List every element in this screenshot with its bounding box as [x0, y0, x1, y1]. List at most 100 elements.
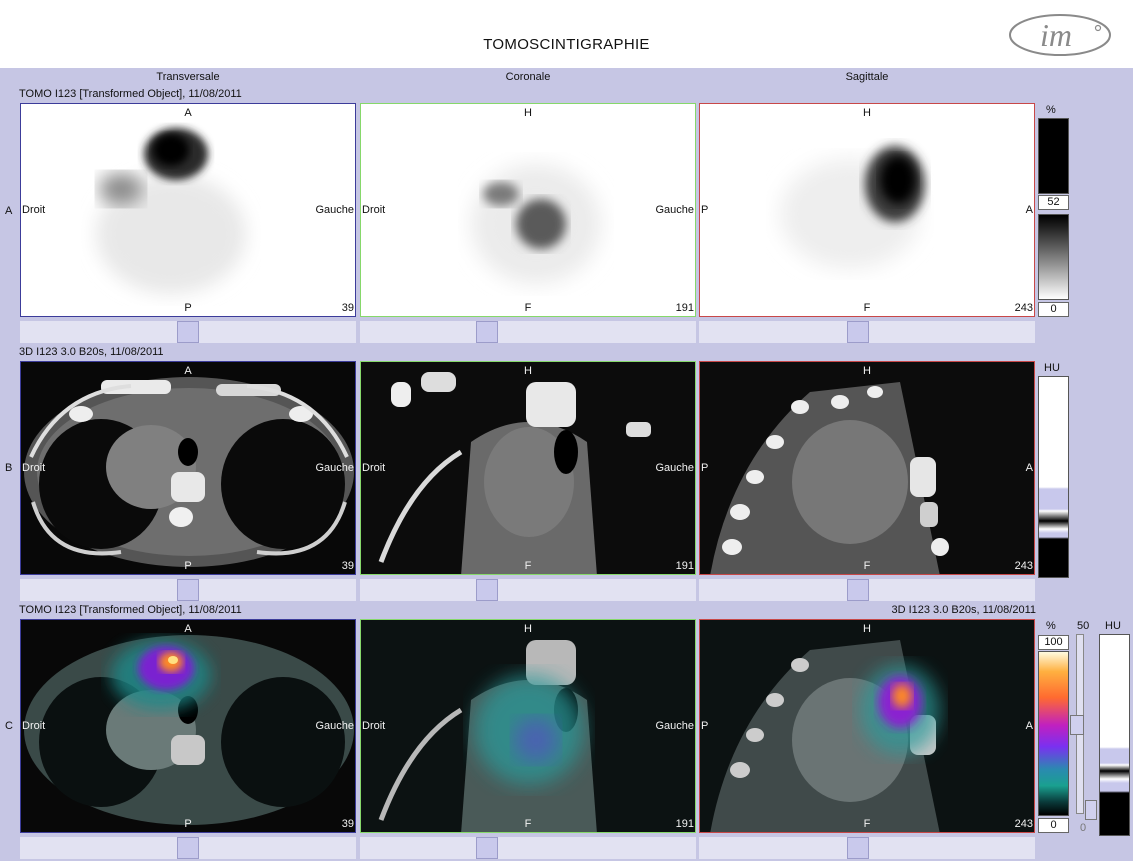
ct-coronal-view[interactable]: H F Droit Gauche 191: [360, 361, 696, 575]
grayscale-colorbar: [1038, 214, 1069, 300]
orientation-left-label: P: [701, 462, 709, 474]
spect-transversal-view[interactable]: A P Droit Gauche 39: [20, 103, 356, 317]
slider-thumb[interactable]: [847, 579, 869, 601]
orientation-right-label: Gauche: [655, 204, 694, 216]
row-b-caption: 3D I123 3.0 B20s, 11/08/2011: [19, 346, 164, 358]
slice-number: 243: [1014, 302, 1033, 314]
orientation-bottom-label: F: [524, 302, 532, 314]
slice-number: 39: [341, 302, 354, 314]
orientation-right-label: Gauche: [655, 462, 694, 474]
ct-sagittal-view[interactable]: H F P A 243: [699, 361, 1035, 575]
orientation-bottom-label: F: [863, 302, 871, 314]
orientation-top-label: H: [863, 623, 871, 635]
orientation-top-label: H: [524, 107, 532, 119]
slice-slider-sagittal-c[interactable]: [699, 837, 1035, 859]
report-title: TOMOSCINTIGRAPHIE: [483, 36, 650, 53]
slice-slider-coronal-a[interactable]: [360, 321, 696, 343]
fusion-hu-window-colorbar[interactable]: [1099, 634, 1130, 836]
slice-number: 243: [1014, 818, 1033, 830]
orientation-bottom-label: F: [863, 560, 871, 572]
orientation-top-label: H: [863, 365, 871, 377]
slice-number: 39: [341, 818, 354, 830]
fusion-scale-min-value: 0: [1038, 818, 1069, 833]
orientation-left-label: Droit: [362, 462, 386, 474]
fusion-transversal-view[interactable]: A P Droit Gauche 39: [20, 619, 356, 833]
orientation-right-label: Gauche: [655, 720, 694, 732]
orientation-right-label: Gauche: [315, 204, 354, 216]
slice-slider-coronal-b[interactable]: [360, 579, 696, 601]
slice-number: 191: [675, 560, 694, 572]
slider-thumb[interactable]: [177, 579, 199, 601]
orientation-top-label: A: [184, 623, 192, 635]
svg-text:im: im: [1040, 17, 1072, 53]
fusion-scale-unit-hu: HU: [1105, 620, 1121, 632]
orientation-left-label: P: [701, 204, 709, 216]
slice-slider-transversal-c[interactable]: [20, 837, 356, 859]
slice-slider-transversal-a[interactable]: [20, 321, 356, 343]
fusion-coronal-view[interactable]: H F Droit Gauche 191: [360, 619, 696, 833]
slice-slider-coronal-c[interactable]: [360, 837, 696, 859]
slice-slider-sagittal-a[interactable]: [699, 321, 1035, 343]
slider-thumb[interactable]: [476, 579, 498, 601]
orientation-top-label: A: [184, 107, 192, 119]
blend-slider-min-label: 0: [1080, 822, 1087, 834]
orientation-left-label: Droit: [22, 462, 46, 474]
blend-slider-thumb[interactable]: [1070, 715, 1084, 735]
slider-thumb[interactable]: [847, 321, 869, 343]
blend-slider-max-label: 50: [1077, 620, 1090, 632]
fusion-sagittal-view[interactable]: H F P A 243: [699, 619, 1035, 833]
orientation-top-label: H: [863, 107, 871, 119]
spect-sagittal-view[interactable]: H F P A 243: [699, 103, 1035, 317]
blend-slider-thumb-secondary[interactable]: [1085, 800, 1097, 820]
slice-number: 39: [341, 560, 354, 572]
row-c-caption-right: 3D I123 3.0 B20s, 11/08/2011: [891, 604, 1036, 616]
report-header: TOMOSCINTIGRAPHIE im: [0, 0, 1133, 68]
hu-window-colorbar[interactable]: [1038, 376, 1069, 578]
orientation-bottom-label: F: [863, 818, 871, 830]
slider-thumb[interactable]: [177, 321, 199, 343]
row-c-caption: TOMO I123 [Transformed Object], 11/08/20…: [19, 604, 242, 616]
orientation-right-label: A: [1025, 720, 1033, 732]
column-header-transversal: Transversale: [156, 71, 220, 83]
slice-number: 243: [1014, 560, 1033, 572]
fusion-colorbar: [1038, 651, 1069, 816]
scale-unit-percent: %: [1046, 104, 1056, 116]
fusion-scale-max-value: 100: [1038, 635, 1069, 650]
slider-thumb[interactable]: [476, 837, 498, 859]
orientation-bottom-label: F: [524, 560, 532, 572]
column-header-coronal: Coronale: [505, 71, 551, 83]
orientation-top-label: H: [524, 623, 532, 635]
orientation-bottom-label: F: [524, 818, 532, 830]
slice-slider-transversal-b[interactable]: [20, 579, 356, 601]
orientation-top-label: A: [184, 365, 192, 377]
scale-unit-hu: HU: [1044, 362, 1060, 374]
orientation-left-label: Droit: [362, 204, 386, 216]
slider-thumb[interactable]: [847, 837, 869, 859]
row-letter-c: C: [5, 720, 13, 732]
spect-coronal-view[interactable]: H F Droit Gauche 191: [360, 103, 696, 317]
scale-upper-bar: [1038, 118, 1069, 194]
row-letter-a: A: [5, 205, 13, 217]
row-letter-b: B: [5, 462, 13, 474]
fusion-scale-unit-percent: %: [1046, 620, 1056, 632]
orientation-right-label: Gauche: [315, 462, 354, 474]
scale-mid-value: 52: [1038, 195, 1069, 210]
orientation-left-label: Droit: [362, 720, 386, 732]
orientation-left-label: P: [701, 720, 709, 732]
scale-min-value: 0: [1038, 302, 1069, 317]
orientation-bottom-label: P: [184, 302, 192, 314]
column-header-sagittal: Sagittale: [845, 71, 889, 83]
orientation-bottom-label: P: [184, 818, 192, 830]
slider-thumb[interactable]: [476, 321, 498, 343]
slice-number: 191: [675, 302, 694, 314]
orientation-bottom-label: P: [184, 560, 192, 572]
slice-slider-sagittal-b[interactable]: [699, 579, 1035, 601]
orientation-right-label: A: [1025, 462, 1033, 474]
orientation-top-label: H: [524, 365, 532, 377]
ct-transversal-view[interactable]: A P Droit Gauche 39: [20, 361, 356, 575]
slice-number: 191: [675, 818, 694, 830]
row-a-caption: TOMO I123 [Transformed Object], 11/08/20…: [19, 88, 242, 100]
clinic-logo: im: [1006, 6, 1118, 62]
slider-thumb[interactable]: [177, 837, 199, 859]
orientation-left-label: Droit: [22, 720, 46, 732]
